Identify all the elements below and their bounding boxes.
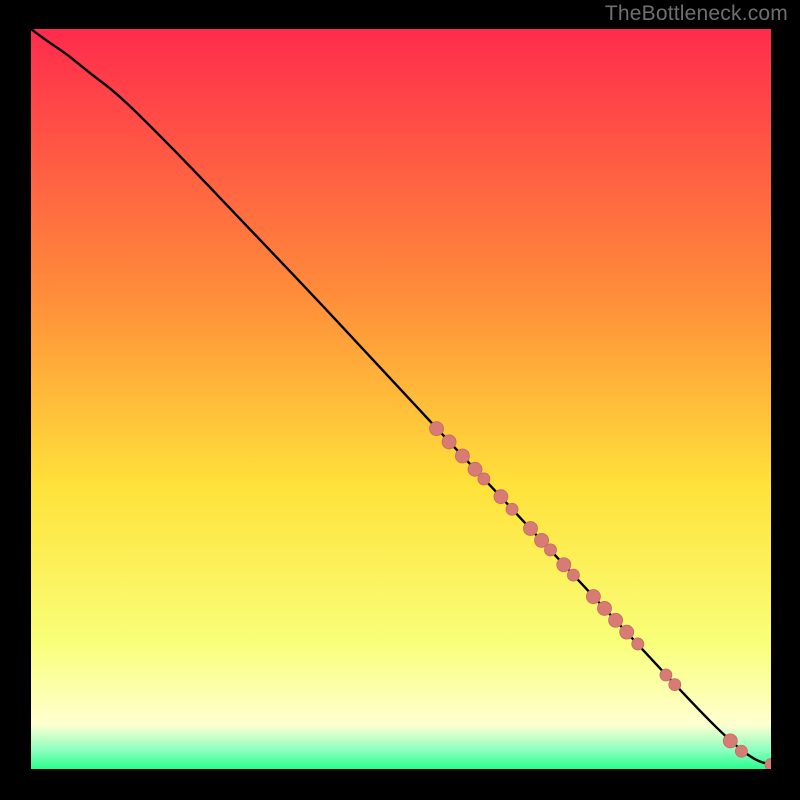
data-marker bbox=[735, 745, 747, 757]
data-marker bbox=[557, 558, 571, 572]
gradient-background bbox=[31, 29, 771, 769]
data-marker bbox=[430, 422, 444, 436]
data-marker bbox=[544, 544, 556, 556]
data-marker bbox=[660, 669, 672, 681]
chart-svg bbox=[31, 29, 771, 769]
data-marker bbox=[478, 473, 490, 485]
data-marker bbox=[598, 601, 612, 615]
chart-frame: TheBottleneck.com bbox=[0, 0, 800, 800]
data-marker bbox=[567, 569, 579, 581]
attribution-label: TheBottleneck.com bbox=[605, 2, 788, 26]
data-marker bbox=[442, 435, 456, 449]
data-marker bbox=[723, 734, 737, 748]
data-marker bbox=[620, 625, 634, 639]
data-marker bbox=[632, 638, 644, 650]
data-marker bbox=[455, 449, 469, 463]
data-marker bbox=[586, 590, 600, 604]
data-marker bbox=[494, 490, 508, 504]
data-marker bbox=[609, 613, 623, 627]
data-marker bbox=[506, 503, 518, 515]
data-marker bbox=[669, 679, 681, 691]
data-marker bbox=[524, 522, 538, 536]
plot-area bbox=[31, 29, 771, 769]
